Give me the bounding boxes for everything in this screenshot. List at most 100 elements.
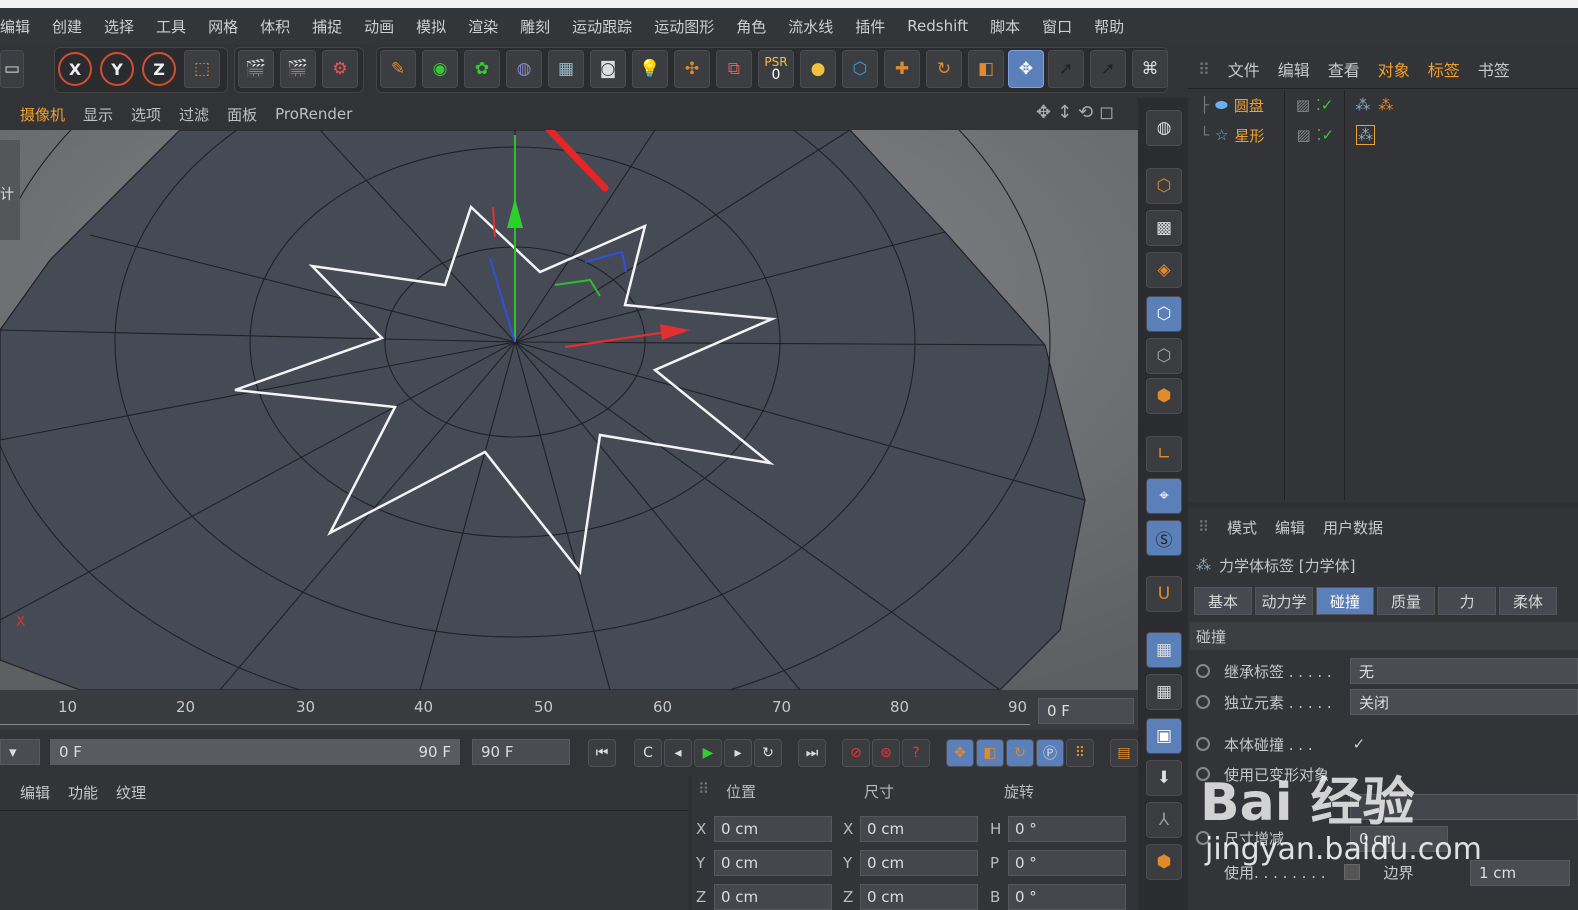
- scale-icon[interactable]: ◧: [968, 50, 1004, 88]
- menu-edit[interactable]: 编辑: [0, 16, 30, 37]
- object-menu-view[interactable]: 查看: [1328, 57, 1360, 81]
- menu-create[interactable]: 创建: [52, 16, 82, 37]
- object-menu-file[interactable]: 文件: [1228, 57, 1260, 81]
- next-frame-icon[interactable]: ▸: [724, 739, 752, 767]
- menu-render[interactable]: 渲染: [468, 16, 498, 37]
- attr-menu-userdata[interactable]: 用户数据: [1323, 517, 1383, 538]
- layer-icon[interactable]: ▨: [1296, 126, 1310, 144]
- menu-help[interactable]: 帮助: [1094, 16, 1124, 37]
- tweak-mode-icon[interactable]: ⌖: [1146, 478, 1182, 514]
- menu-simulate[interactable]: 模拟: [416, 16, 446, 37]
- tag-icon[interactable]: ⧉: [716, 50, 752, 88]
- model-mode-icon[interactable]: ⬡: [842, 50, 878, 88]
- key-scale-icon[interactable]: ◧: [976, 739, 1004, 767]
- model-mode-cube-icon[interactable]: ⬡: [1146, 168, 1182, 204]
- menu-sculpt[interactable]: 雕刻: [520, 16, 550, 37]
- keyframe-selection-icon[interactable]: ?: [902, 739, 930, 767]
- viewport-menu-options[interactable]: 选项: [131, 104, 161, 125]
- animate-radio[interactable]: [1196, 695, 1210, 709]
- key-rotation-icon[interactable]: ↻: [1006, 739, 1034, 767]
- position-y-field[interactable]: 0 cm: [714, 850, 832, 876]
- render-picture-viewer-icon[interactable]: 🎬: [280, 50, 316, 88]
- end-frame-field[interactable]: 90 F: [472, 739, 570, 765]
- timeline-ruler[interactable]: 10 20 30 40 50 60 70 80 90 0 F: [0, 690, 1138, 730]
- menu-motion-tracking[interactable]: 运动跟踪: [572, 16, 632, 37]
- light-icon[interactable]: 💡: [632, 50, 668, 88]
- object-menu-objects[interactable]: 对象: [1378, 57, 1410, 81]
- auto-key-icon[interactable]: ⊛: [872, 739, 900, 767]
- tab-force[interactable]: 力: [1438, 587, 1496, 615]
- menu-redshift[interactable]: Redshift: [907, 17, 968, 35]
- deformer-icon[interactable]: ◍: [506, 50, 542, 88]
- render-settings-icon[interactable]: ⚙: [322, 50, 358, 88]
- viewport-menu-display[interactable]: 显示: [83, 104, 113, 125]
- workplane-icon[interactable]: ◈: [1146, 252, 1182, 288]
- render-region-icon[interactable]: ⬢: [1146, 844, 1182, 880]
- workplane-snap-icon[interactable]: ▦: [1146, 674, 1182, 710]
- x-axis-lock-button[interactable]: X: [58, 52, 92, 86]
- menu-script[interactable]: 脚本: [990, 16, 1020, 37]
- key-position-icon[interactable]: ✥: [946, 739, 974, 767]
- pen-tool-icon[interactable]: ✎: [380, 50, 416, 88]
- download-icon[interactable]: ⬇: [1146, 760, 1182, 796]
- attr-menu-edit[interactable]: 编辑: [1275, 517, 1305, 538]
- lasso-select-icon[interactable]: ⌘: [1132, 50, 1168, 88]
- record-keys-icon[interactable]: ⊘: [842, 739, 870, 767]
- move-add-icon[interactable]: ✚: [884, 50, 920, 88]
- viewport-menu-filter[interactable]: 过滤: [179, 104, 209, 125]
- rigid-body-tag-icon[interactable]: ⁂: [1356, 125, 1376, 145]
- go-to-start-icon[interactable]: ⏮: [588, 739, 616, 767]
- key-parameter-icon[interactable]: Ⓟ: [1036, 739, 1064, 767]
- menu-snap[interactable]: 捕捉: [312, 16, 342, 37]
- next-key-icon[interactable]: ↻: [754, 739, 782, 767]
- 3d-viewport[interactable]: 计 X: [0, 130, 1138, 690]
- object-row-disc[interactable]: ├ ⬬ 圆盘 ▨ ⁚✓ ⁂ ⁂: [1200, 94, 1578, 116]
- timeline-scheme-icon[interactable]: ▤: [1110, 739, 1138, 767]
- object-row-star[interactable]: └ ☆ 星形 ▨ ⁚✓ ⁂: [1200, 124, 1578, 146]
- rectangle-select-icon[interactable]: ➚: [1090, 50, 1126, 88]
- menu-mesh[interactable]: 网格: [208, 16, 238, 37]
- menu-tools[interactable]: 工具: [156, 16, 186, 37]
- viewport-menu-prorender[interactable]: ProRender: [275, 105, 352, 123]
- floor-icon[interactable]: ▦: [548, 50, 584, 88]
- texture-mode-icon[interactable]: ▩: [1146, 210, 1182, 246]
- z-axis-lock-button[interactable]: Z: [142, 52, 176, 86]
- position-x-field[interactable]: 0 cm: [714, 816, 832, 842]
- tab-mass[interactable]: 质量: [1377, 587, 1435, 615]
- psr-button[interactable]: PSR 0: [758, 50, 794, 88]
- position-z-field[interactable]: 0 cm: [714, 884, 832, 910]
- axis-mode-l-icon[interactable]: ∟: [1146, 436, 1182, 472]
- size-x-field[interactable]: 0 cm: [860, 816, 978, 842]
- y-axis-lock-button[interactable]: Y: [100, 52, 134, 86]
- menu-window[interactable]: 窗口: [1042, 16, 1072, 37]
- cube-subdivision-icon[interactable]: ◉: [422, 50, 458, 88]
- material-menu-function[interactable]: 功能: [68, 782, 98, 803]
- material-menu-texture[interactable]: 纹理: [116, 782, 146, 803]
- layout-globe-icon[interactable]: ◍: [1146, 110, 1182, 146]
- viewport-solo-icon[interactable]: ▣: [1146, 718, 1182, 754]
- tab-collision[interactable]: 碰撞: [1316, 587, 1374, 615]
- disc-mesh[interactable]: [0, 130, 1086, 690]
- animate-radio[interactable]: [1196, 664, 1210, 678]
- play-icon[interactable]: ▶: [694, 739, 722, 767]
- rotation-h-field[interactable]: 0 °: [1008, 816, 1126, 842]
- viewport-menu-panel[interactable]: 面板: [227, 104, 257, 125]
- menu-mograph[interactable]: 运动图形: [654, 16, 714, 37]
- menu-volume[interactable]: 体积: [260, 16, 290, 37]
- snap-s-icon[interactable]: Ⓢ: [1146, 520, 1182, 556]
- previous-frame-icon[interactable]: ◂: [664, 739, 692, 767]
- object-menu-tags[interactable]: 标签: [1428, 57, 1460, 81]
- dynamics-tag-icon[interactable]: ⁂: [1355, 96, 1370, 114]
- effector-icon[interactable]: ✣: [674, 50, 710, 88]
- camera-icon[interactable]: ◙: [590, 50, 626, 88]
- magnet-icon[interactable]: U: [1146, 576, 1182, 612]
- go-to-end-icon[interactable]: ⏭: [798, 739, 826, 767]
- previous-key-icon[interactable]: C: [634, 739, 662, 767]
- individual-elements-select[interactable]: 关闭: [1350, 689, 1578, 715]
- rotation-b-field[interactable]: 0 °: [1008, 884, 1126, 910]
- tab-basic[interactable]: 基本: [1194, 587, 1252, 615]
- object-name-disc[interactable]: 圆盘: [1234, 95, 1296, 116]
- render-view-icon[interactable]: 🎬: [238, 50, 274, 88]
- tab-soft-body[interactable]: 柔体: [1499, 587, 1557, 615]
- move-tool-icon[interactable]: ✥: [1008, 50, 1044, 88]
